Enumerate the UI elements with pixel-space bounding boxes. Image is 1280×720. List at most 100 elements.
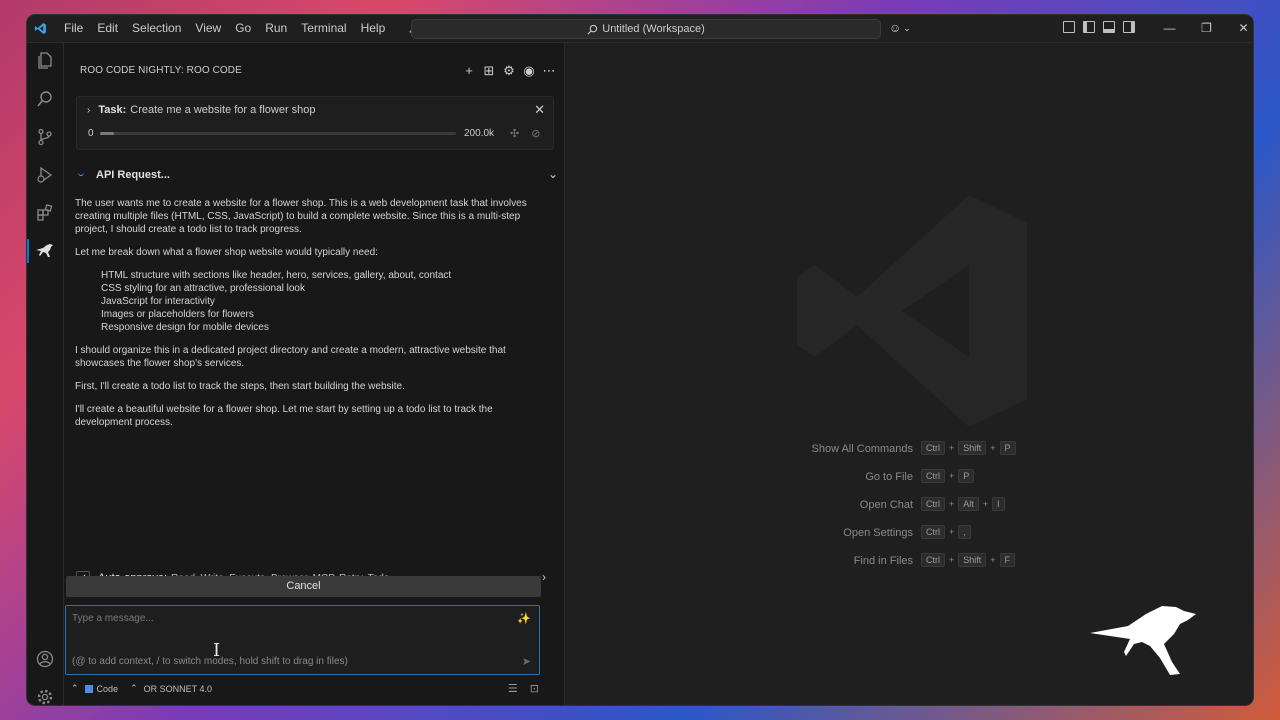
input-placeholder: Type a message... <box>72 613 154 624</box>
customize-layout-icon[interactable] <box>1063 21 1075 33</box>
restore-icon[interactable]: ❐ <box>1188 15 1225 42</box>
keycap: Ctrl <box>921 441 945 455</box>
share-icon[interactable]: ⊘ <box>531 127 540 140</box>
shortcut-row[interactable]: Open Chat Ctrl + Alt + I <box>565 497 1253 513</box>
shortcut-label: Find in Files <box>853 555 913 567</box>
shortcut-keys: Ctrl + P <box>921 469 975 483</box>
accounts-icon[interactable] <box>27 641 63 677</box>
needs-list: HTML structure with sections like header… <box>75 269 545 334</box>
database-icon[interactable]: ☰ <box>508 682 518 695</box>
image-icon[interactable]: ⊡ <box>530 682 539 695</box>
cancel-button[interactable]: Cancel <box>66 576 541 597</box>
list-item: Images or placeholders for flowers <box>101 309 254 320</box>
message-input[interactable]: Type a message... ✨ (@ to add context, /… <box>65 605 540 675</box>
source-control-icon[interactable] <box>27 119 63 155</box>
manage-gear-icon[interactable] <box>27 679 63 705</box>
copilot-icon: ☺ <box>889 21 902 35</box>
search-icon <box>587 24 598 34</box>
task-label: Task: <box>98 104 127 116</box>
text-cursor-icon: I <box>213 640 221 661</box>
menu-item-edit[interactable]: Edit <box>90 15 125 42</box>
chevron-right-icon[interactable]: › <box>87 105 90 116</box>
bottom-icons: ☰ ⊡ <box>508 682 539 695</box>
model-selector[interactable]: OR SONNET 4.0 <box>144 684 212 694</box>
shortcut-keys: Ctrl + Alt + I <box>921 497 1005 511</box>
enhance-prompt-icon[interactable]: ✨ <box>517 612 531 625</box>
context-end: 200.0k <box>464 128 495 139</box>
message-paragraph: The user wants me to create a website fo… <box>75 198 527 235</box>
toggle-panel-icon[interactable] <box>1103 21 1115 33</box>
mode-selector[interactable]: Code <box>84 683 119 694</box>
search-view-icon[interactable] <box>27 81 63 117</box>
shortcut-row[interactable]: Show All Commands Ctrl + Shift + P <box>565 441 1253 457</box>
loading-spinner-icon <box>78 169 84 176</box>
extensions-icon[interactable] <box>27 195 63 231</box>
shortcut-row[interactable]: Find in Files Ctrl + Shift + F <box>565 553 1253 569</box>
activity-bar <box>27 43 64 705</box>
toggle-primary-sidebar-icon[interactable] <box>1083 21 1095 33</box>
list-item: HTML structure with sections like header… <box>101 270 452 281</box>
copilot-menu[interactable]: ☺ ⌄ <box>889 21 911 35</box>
shortcut-keys: Ctrl + Shift + P <box>921 441 1016 455</box>
keycap: Ctrl <box>921 469 945 483</box>
shortcut-label: Open Chat <box>859 499 913 511</box>
vscode-window: FileEditSelectionViewGoRunTerminalHelp ←… <box>27 15 1253 705</box>
mode-label: Code <box>96 683 119 694</box>
key-separator: + <box>949 555 955 565</box>
list-item: Responsive design for mobile devices <box>101 322 269 333</box>
message-paragraph: I'll create a beautiful website for a fl… <box>75 404 493 428</box>
send-icon[interactable]: ➤ <box>522 655 531 668</box>
settings-gear-icon[interactable]: ⚙ <box>502 63 516 79</box>
shortcut-row[interactable]: Go to File Ctrl + P <box>565 469 1253 485</box>
keycap: Ctrl <box>921 525 945 539</box>
task-header[interactable]: › Task: Create me a website for a flower… <box>76 96 554 150</box>
menu-item-go[interactable]: Go <box>228 15 258 42</box>
keycap: P <box>958 469 975 483</box>
context-progress-fill <box>100 132 115 135</box>
toggle-secondary-sidebar-icon[interactable] <box>1123 21 1135 33</box>
command-center-text: Untitled (Workspace) <box>602 23 705 35</box>
menu-item-view[interactable]: View <box>188 15 228 42</box>
menu-item-selection[interactable]: Selection <box>125 15 188 42</box>
task-line: › Task: Create me a website for a flower… <box>87 104 316 116</box>
shortcut-row[interactable]: Open Settings Ctrl +, <box>565 525 1253 541</box>
context-window-bar: 0 200.0k ✣ ⊘ <box>88 128 548 140</box>
account-icon[interactable]: ◉ <box>522 63 536 79</box>
menu-item-terminal[interactable]: Terminal <box>294 15 353 42</box>
menu-item-file[interactable]: File <box>57 15 90 42</box>
close-window-icon[interactable]: ✕ <box>1225 15 1253 42</box>
list-item: JavaScript for interactivity <box>101 296 215 307</box>
roo-code-icon[interactable] <box>27 233 63 269</box>
keycap: Ctrl <box>921 497 945 511</box>
mode-icon <box>84 684 93 693</box>
chevron-down-icon: ⌄ <box>903 22 911 33</box>
key-separator: + <box>990 443 996 453</box>
shortcut-label: Open Settings <box>843 527 913 539</box>
mode-bar: ⌃ Code ⌃ OR SONNET 4.0 ☰ ⊡ <box>71 682 541 695</box>
condense-icon[interactable]: ✣ <box>510 127 519 140</box>
context-start: 0 <box>88 128 94 139</box>
menu-item-run[interactable]: Run <box>258 15 294 42</box>
chevron-up-icon[interactable]: ⌃ <box>71 683 79 694</box>
close-task-icon[interactable]: ✕ <box>534 102 545 118</box>
kangaroo-logo-icon <box>1090 606 1196 675</box>
input-hint: (@ to add context, / to switch modes, ho… <box>72 656 348 667</box>
command-center[interactable]: Untitled (Workspace) <box>411 19 881 39</box>
chevron-up-icon[interactable]: ⌃ <box>130 683 138 694</box>
message-paragraph: I should organize this in a dedicated pr… <box>75 345 506 369</box>
keycap: P <box>999 441 1016 455</box>
panel-actions: + ⊞ ⚙ ◉ ⋯ <box>462 63 556 79</box>
menu-item-help[interactable]: Help <box>354 15 393 42</box>
more-actions-icon[interactable]: ⋯ <box>542 63 556 79</box>
keycap: Shift <box>958 441 987 455</box>
chevron-down-icon[interactable]: ⌄ <box>548 167 558 181</box>
minimize-icon[interactable]: — <box>1151 15 1188 42</box>
chevron-right-icon[interactable]: › <box>542 570 546 584</box>
run-debug-icon[interactable] <box>27 157 63 193</box>
explorer-icon[interactable] <box>27 43 63 79</box>
marketplace-icon[interactable]: ⊞ <box>482 63 496 79</box>
message-paragraph: Let me break down what a flower shop web… <box>75 247 378 258</box>
new-task-icon[interactable]: + <box>462 63 476 79</box>
shortcut-label: Show All Commands <box>811 443 914 455</box>
key-separator: + <box>949 443 955 453</box>
